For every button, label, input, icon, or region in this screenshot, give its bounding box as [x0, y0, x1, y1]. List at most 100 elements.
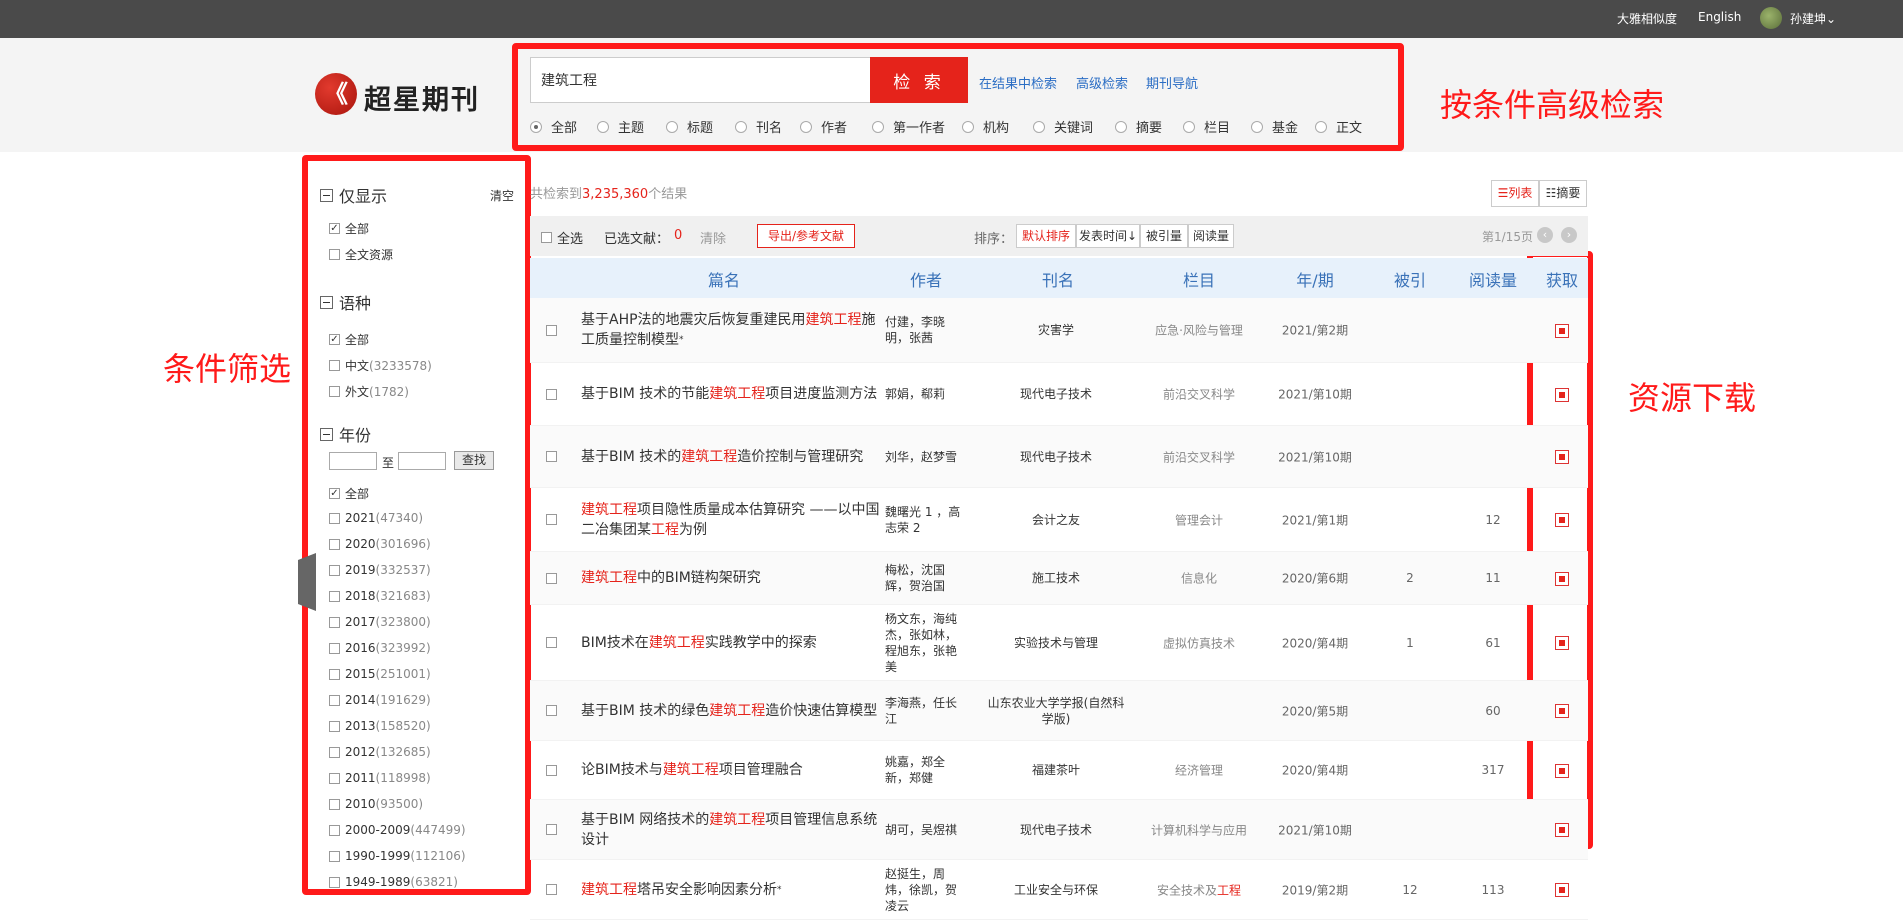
authors[interactable]: 刘华，赵梦雪: [885, 449, 967, 465]
authors[interactable]: 胡可，吴煜祺: [885, 822, 967, 838]
logo-icon[interactable]: 《: [315, 73, 357, 115]
filter-option[interactable]: 2021 (47340): [329, 511, 423, 525]
row-checkbox[interactable]: [546, 572, 557, 584]
journal-link[interactable]: 现代电子技术: [986, 822, 1126, 838]
facet-show-only[interactable]: 仅显示: [320, 183, 387, 207]
checkbox[interactable]: [329, 564, 340, 576]
row-checkbox[interactable]: [546, 324, 557, 336]
checkbox[interactable]: [329, 249, 340, 260]
filter-option[interactable]: 中文 (3233578): [329, 357, 432, 374]
filter-option[interactable]: 2018 (321683): [329, 589, 431, 603]
row-checkbox[interactable]: [546, 824, 557, 835]
filter-option[interactable]: 2017 (323800): [329, 615, 431, 629]
checkbox[interactable]: [329, 720, 340, 732]
checkbox[interactable]: [329, 360, 340, 371]
pdf-icon[interactable]: [1555, 571, 1569, 586]
article-title-link[interactable]: 基于BIM 技术的节能建筑工程项目进度监测方法: [581, 384, 881, 404]
article-title-link[interactable]: 论BIM技术与建筑工程项目管理融合: [581, 760, 881, 780]
filter-option[interactable]: ✓ 全部: [329, 485, 369, 502]
journal-link[interactable]: 山东农业大学学报(自然科学版): [986, 695, 1126, 727]
pdf-icon[interactable]: [1555, 387, 1569, 402]
prev-page-icon[interactable]: ‹: [1537, 227, 1553, 243]
journal-link[interactable]: 现代电子技术: [986, 386, 1126, 402]
filter-option[interactable]: 2019 (332537): [329, 563, 431, 577]
checkbox[interactable]: [329, 668, 340, 680]
filter-option[interactable]: ✓ 全部: [329, 331, 369, 348]
similarity-link[interactable]: 大雅相似度: [1617, 10, 1677, 27]
sidebar-collapse-handle[interactable]: [298, 553, 316, 611]
pdf-icon[interactable]: [1555, 823, 1569, 837]
row-checkbox[interactable]: [546, 451, 557, 462]
journal-link[interactable]: 施工技术: [986, 570, 1126, 586]
filter-option[interactable]: 2013 (158520): [329, 719, 431, 733]
pdf-icon[interactable]: [1555, 704, 1569, 718]
journal-link[interactable]: 现代电子技术: [986, 449, 1126, 465]
article-title-link[interactable]: 建筑工程中的BIM链构架研究: [581, 568, 881, 588]
pdf-icon[interactable]: [1555, 636, 1569, 650]
collapse-icon[interactable]: [320, 427, 333, 441]
checkbox[interactable]: ✓: [329, 488, 340, 499]
sort-button[interactable]: 发表时间↓: [1076, 224, 1140, 248]
select-all-checkbox[interactable]: 全选: [541, 228, 583, 247]
filter-option[interactable]: 2000-2009 (447499): [329, 823, 466, 837]
filter-option[interactable]: 2020 (301696): [329, 537, 431, 551]
row-checkbox[interactable]: [546, 705, 557, 716]
filter-option[interactable]: 外文 (1782): [329, 383, 409, 400]
article-title-link[interactable]: 基于BIM 技术的建筑工程造价控制与管理研究: [581, 447, 881, 467]
article-title-link[interactable]: BIM技术在建筑工程实践教学中的探索: [581, 633, 881, 653]
filter-option[interactable]: 2016 (323992): [329, 641, 431, 655]
next-page-icon[interactable]: ›: [1561, 227, 1577, 243]
collapse-icon[interactable]: [320, 295, 333, 309]
checkbox[interactable]: [329, 772, 340, 784]
checkbox[interactable]: [329, 616, 340, 628]
checkbox[interactable]: ✓: [329, 334, 340, 345]
filter-option[interactable]: 2011 (118998): [329, 771, 431, 785]
export-button[interactable]: 导出/参考文献: [757, 224, 855, 248]
pdf-icon[interactable]: [1555, 450, 1569, 464]
row-checkbox[interactable]: [546, 884, 557, 895]
clear-filters-link[interactable]: 清空: [490, 187, 514, 204]
journal-link[interactable]: 会计之友: [986, 512, 1126, 528]
journal-link[interactable]: 实验技术与管理: [986, 635, 1126, 651]
article-title-link[interactable]: 基于BIM 技术的绿色建筑工程造价快速估算模型: [581, 701, 881, 721]
checkbox[interactable]: [329, 798, 340, 810]
year-find-button[interactable]: 查找: [454, 451, 494, 470]
sort-button[interactable]: 被引量: [1140, 224, 1188, 248]
facet-language[interactable]: 语种: [320, 290, 371, 314]
filter-option[interactable]: 2015 (251001): [329, 667, 431, 681]
filter-option[interactable]: 1990-1999 (112106): [329, 849, 466, 863]
filter-option[interactable]: ✓ 全部: [329, 220, 369, 237]
sort-button[interactable]: 阅读量: [1188, 224, 1234, 248]
checkbox[interactable]: [329, 590, 340, 602]
year-to-input[interactable]: [398, 452, 446, 470]
pdf-icon[interactable]: [1555, 513, 1569, 527]
checkbox[interactable]: [329, 512, 340, 524]
authors[interactable]: 杨文东，海纯杰，张如林，程旭东，张艳美: [885, 611, 967, 675]
logo-text[interactable]: 超星期刊: [364, 78, 480, 117]
article-title-link[interactable]: 建筑工程项目隐性质量成本估算研究 ——以中国二冶集团某工程为例: [581, 500, 881, 540]
row-checkbox[interactable]: [546, 388, 557, 400]
checkbox[interactable]: [329, 386, 340, 397]
checkbox[interactable]: [329, 694, 340, 706]
checkbox[interactable]: ✓: [329, 223, 340, 234]
sort-button[interactable]: 默认排序: [1016, 224, 1076, 248]
journal-link[interactable]: 福建茶叶: [986, 762, 1126, 778]
checkbox[interactable]: [329, 850, 340, 862]
pdf-icon[interactable]: [1555, 883, 1569, 897]
article-title-link[interactable]: 建筑工程塔吊安全影响因素分析*: [581, 880, 881, 900]
authors[interactable]: 梅松，沈国辉，贺治国: [885, 562, 967, 594]
authors[interactable]: 魏曙光 1 ，高志荣 2: [885, 504, 967, 536]
journal-link[interactable]: 灾害学: [986, 322, 1126, 338]
checkbox[interactable]: [329, 538, 340, 550]
checkbox[interactable]: [329, 876, 340, 888]
pdf-icon[interactable]: [1555, 763, 1569, 778]
clear-selection-link[interactable]: 清除: [700, 228, 726, 247]
authors[interactable]: 李海燕，任长江: [885, 695, 967, 727]
article-title-link[interactable]: 基于AHP法的地震灾后恢复重建民用建筑工程施工质量控制模型*: [581, 310, 881, 350]
row-checkbox[interactable]: [546, 637, 557, 648]
filter-option[interactable]: 2012 (132685): [329, 745, 431, 759]
checkbox[interactable]: [329, 642, 340, 654]
pdf-icon[interactable]: [1555, 323, 1569, 338]
facet-year[interactable]: 年份: [320, 422, 371, 446]
checkbox[interactable]: [329, 824, 340, 836]
